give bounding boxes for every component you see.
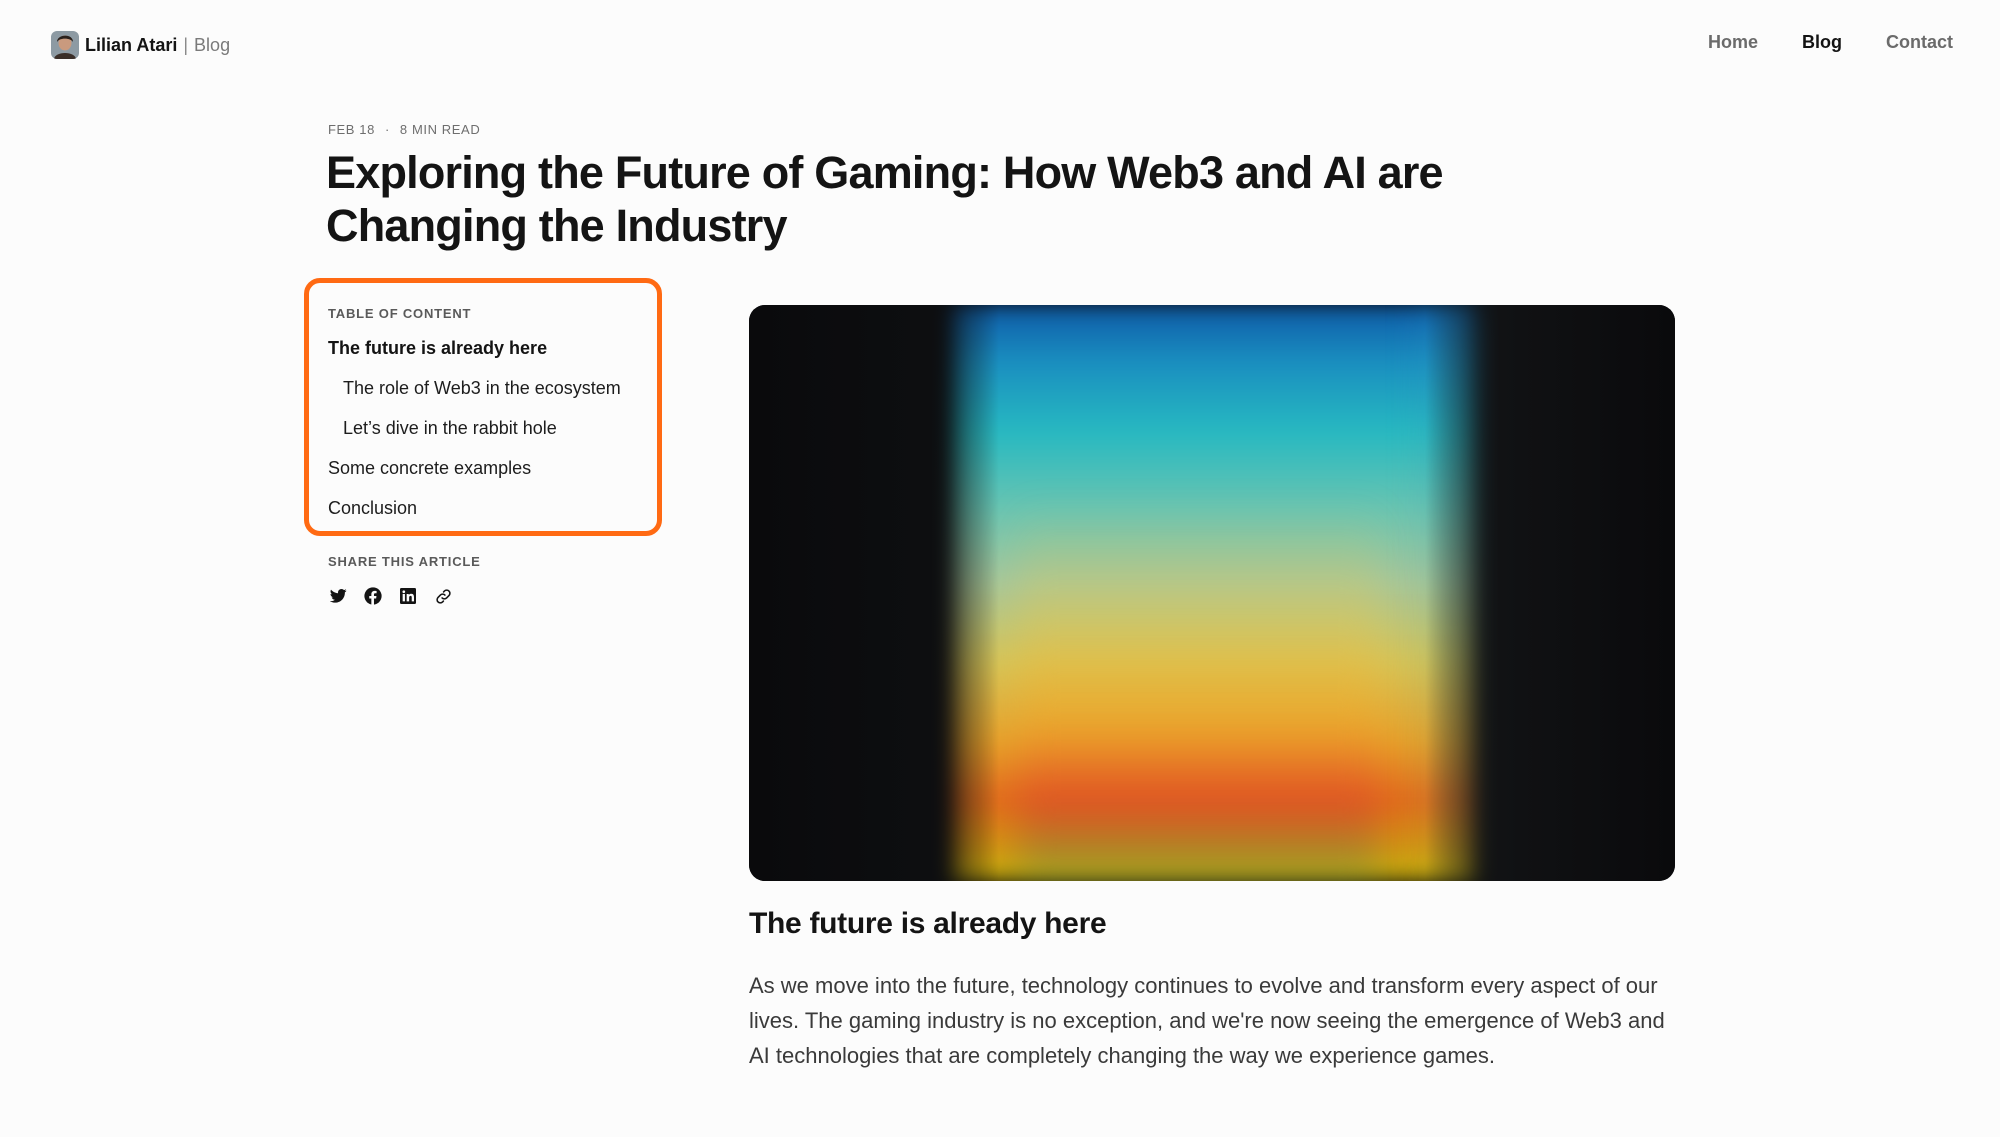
read-time: 8 MIN READ <box>399 122 481 137</box>
article-title: Exploring the Future of Gaming: How Web3… <box>326 147 1444 251</box>
linkedin-icon[interactable] <box>398 586 418 606</box>
article-paragraph: As we move into the future, technology c… <box>749 973 1665 1068</box>
hero-image <box>749 305 1675 881</box>
section-heading: The future is already here <box>749 907 1107 940</box>
toc-item-rabbit-hole[interactable]: Let’s dive in the rabbit hole <box>328 416 658 456</box>
share-icons <box>328 586 481 606</box>
facebook-icon[interactable] <box>363 586 383 606</box>
nav-home[interactable]: Home <box>1708 32 1758 53</box>
author-name: Lilian Atari <box>85 34 178 55</box>
toc-item-future-already-here[interactable]: The future is already here <box>328 336 658 376</box>
hero-shadow-right <box>1425 305 1675 881</box>
nav-contact[interactable]: Contact <box>1886 32 1953 53</box>
brand[interactable]: Lilian Atari | Blog <box>51 30 230 60</box>
share-section: SHARE THIS ARTICLE <box>328 554 481 606</box>
nav-blog[interactable]: Blog <box>1802 32 1842 53</box>
brand-separator: | <box>183 34 189 55</box>
toc-item-conclusion[interactable]: Conclusion <box>328 496 658 536</box>
article-date: FEB 18 <box>328 122 375 137</box>
meta-dot: · <box>384 122 390 137</box>
share-heading: SHARE THIS ARTICLE <box>328 554 481 569</box>
toc-item-role-of-web3[interactable]: The role of Web3 in the ecosystem <box>328 376 658 416</box>
article-meta: FEB 18 · 8 MIN READ <box>328 122 480 137</box>
hero-shadow-left <box>749 305 999 881</box>
brand-section: Blog <box>194 34 231 55</box>
main-nav: Home Blog Contact <box>1708 32 1953 53</box>
table-of-content: TABLE OF CONTENT The future is already h… <box>328 306 658 536</box>
link-icon[interactable] <box>433 586 453 606</box>
toc-heading: TABLE OF CONTENT <box>328 306 472 321</box>
author-avatar <box>51 31 79 59</box>
twitter-icon[interactable] <box>328 586 348 606</box>
toc-item-concrete-examples[interactable]: Some concrete examples <box>328 456 658 496</box>
hero-gradient-mid <box>1019 305 1379 881</box>
